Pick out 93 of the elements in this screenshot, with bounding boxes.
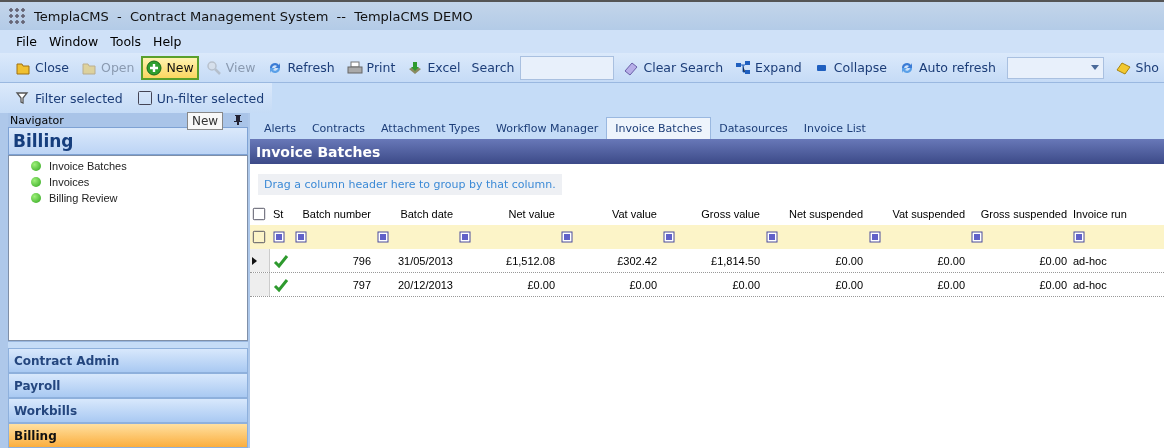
- menu-item[interactable]: Help: [151, 34, 184, 49]
- menu-item[interactable]: Window: [46, 34, 101, 49]
- table-cell-text: £1,814.50: [710, 254, 761, 267]
- toolbar-button[interactable]: Filter selected: [10, 86, 128, 110]
- toolbar-button[interactable]: Un-filter selected: [131, 86, 270, 110]
- table-cell-text: ad-hoc: [1072, 278, 1108, 291]
- app-icon: [8, 7, 26, 25]
- column-chooser-icon: [252, 207, 266, 221]
- tree-icon: [735, 59, 752, 76]
- navigator-heading: Billing: [8, 127, 248, 155]
- group-hint: Drag a column header here to group by that column.: [258, 174, 562, 195]
- tab[interactable]: Contracts: [303, 117, 373, 139]
- column-header[interactable]: Vat value: [558, 208, 660, 220]
- tooltip: New: [187, 112, 224, 130]
- navigator-item[interactable]: Billing Review: [49, 192, 118, 204]
- filter-icon: [459, 231, 471, 243]
- checkbox-icon: [136, 90, 153, 106]
- table-cell-text: 796: [351, 254, 372, 267]
- plus-icon: [146, 59, 163, 76]
- filter-icon: [971, 231, 983, 243]
- table-cell-text: 20/12/2013: [396, 278, 454, 291]
- status-dot-icon: [31, 177, 41, 187]
- toolbar-button[interactable]: Close: [10, 55, 75, 80]
- table-cell-text: ad-hoc: [1072, 254, 1108, 267]
- status-dot-icon: [31, 161, 41, 171]
- clear-filter-icon: [252, 230, 266, 244]
- table-cell-text: £0.00: [936, 254, 966, 267]
- caret-icon: [1091, 65, 1100, 70]
- search-icon: [205, 59, 222, 76]
- column-header[interactable]: Batch number: [292, 208, 374, 220]
- filter-icon: [663, 231, 675, 243]
- toolbar-button[interactable]: Clear Search: [618, 55, 729, 80]
- current-row-icon: [252, 256, 257, 265]
- table-cell-text: £1,512.08: [505, 254, 556, 267]
- table-cell-text: £0.00: [1038, 254, 1068, 267]
- column-header[interactable]: Gross suspended: [968, 208, 1070, 220]
- column-header[interactable]: Gross value: [660, 208, 763, 220]
- toolbar-button[interactable]: Refresh: [262, 55, 340, 80]
- tab[interactable]: Invoice Batches: [606, 117, 712, 139]
- window-title: TemplaCMS - Contract Management System -- TemplaCMS DEMO: [34, 8, 473, 24]
- filter-icon: [561, 231, 573, 243]
- toolbar-button[interactable]: Collapse: [808, 55, 892, 80]
- column-header[interactable]: Net suspended: [763, 208, 866, 220]
- row-selector[interactable]: [250, 249, 270, 272]
- status-dot-icon: [31, 193, 41, 203]
- toolbar-button[interactable]: Auto refresh: [893, 55, 1001, 80]
- table-cell-text: £0.00: [834, 278, 864, 291]
- tab[interactable]: Invoice List: [795, 117, 874, 139]
- toolbar-button[interactable]: Print: [341, 55, 401, 80]
- table-cell-text: £0.00: [1038, 278, 1068, 291]
- toolbar-button[interactable]: New: [141, 55, 199, 80]
- filter-icon: [869, 231, 881, 243]
- navigator-title: Navigator: [10, 113, 64, 127]
- filter-icon: [1073, 231, 1085, 243]
- table-cell-text: £0.00: [936, 278, 966, 291]
- menu-item[interactable]: Tools: [108, 34, 143, 49]
- search-label: Search: [470, 60, 516, 75]
- table-cell-text: £302.42: [616, 254, 658, 267]
- navigator-group[interactable]: Workbills: [8, 398, 248, 423]
- column-header[interactable]: Invoice run: [1070, 208, 1160, 220]
- table-cell-text: 797: [351, 278, 372, 291]
- toolbar-button[interactable]: Sho: [1110, 55, 1164, 80]
- pin-icon[interactable]: [234, 115, 242, 125]
- table-cell-text: £0.00: [731, 278, 761, 291]
- navigator-group[interactable]: Payroll: [8, 373, 248, 398]
- tab[interactable]: Alerts: [256, 117, 304, 139]
- navigator-group[interactable]: Contract Admin: [8, 348, 248, 373]
- navigator-item[interactable]: Invoices: [49, 176, 90, 188]
- column-header[interactable]: Vat suspended: [866, 208, 968, 220]
- printer-icon: [346, 59, 363, 76]
- tab[interactable]: Attachment Types: [373, 117, 488, 139]
- toolbar-button[interactable]: Excel: [402, 55, 466, 80]
- table-cell-text: £0.00: [526, 278, 556, 291]
- table-cell-text: £0.00: [628, 278, 658, 291]
- menu-item[interactable]: File: [14, 34, 39, 49]
- panel-title: Invoice Batches: [250, 139, 1164, 164]
- column-header[interactable]: Batch date: [374, 208, 456, 220]
- filter-icon: [273, 231, 285, 243]
- table-cell-text: 31/05/2013: [396, 254, 454, 267]
- search-field[interactable]: [520, 55, 615, 80]
- table-cell-text: £0.00: [834, 254, 864, 267]
- column-header[interactable]: St: [270, 208, 292, 220]
- tab[interactable]: Datasources: [711, 117, 796, 139]
- tab[interactable]: Workflow Manager: [487, 117, 607, 139]
- toolbar-button[interactable]: Expand: [730, 55, 807, 80]
- navigator-item[interactable]: Invoice Batches: [49, 160, 127, 172]
- filter-icon: [295, 231, 307, 243]
- filter-icon: [377, 231, 389, 243]
- navigator-group[interactable]: Billing: [8, 423, 248, 448]
- filter-icon: [766, 231, 778, 243]
- funnel-icon: [15, 90, 31, 106]
- column-header[interactable]: Net value: [456, 208, 558, 220]
- dropdown[interactable]: [1006, 56, 1105, 79]
